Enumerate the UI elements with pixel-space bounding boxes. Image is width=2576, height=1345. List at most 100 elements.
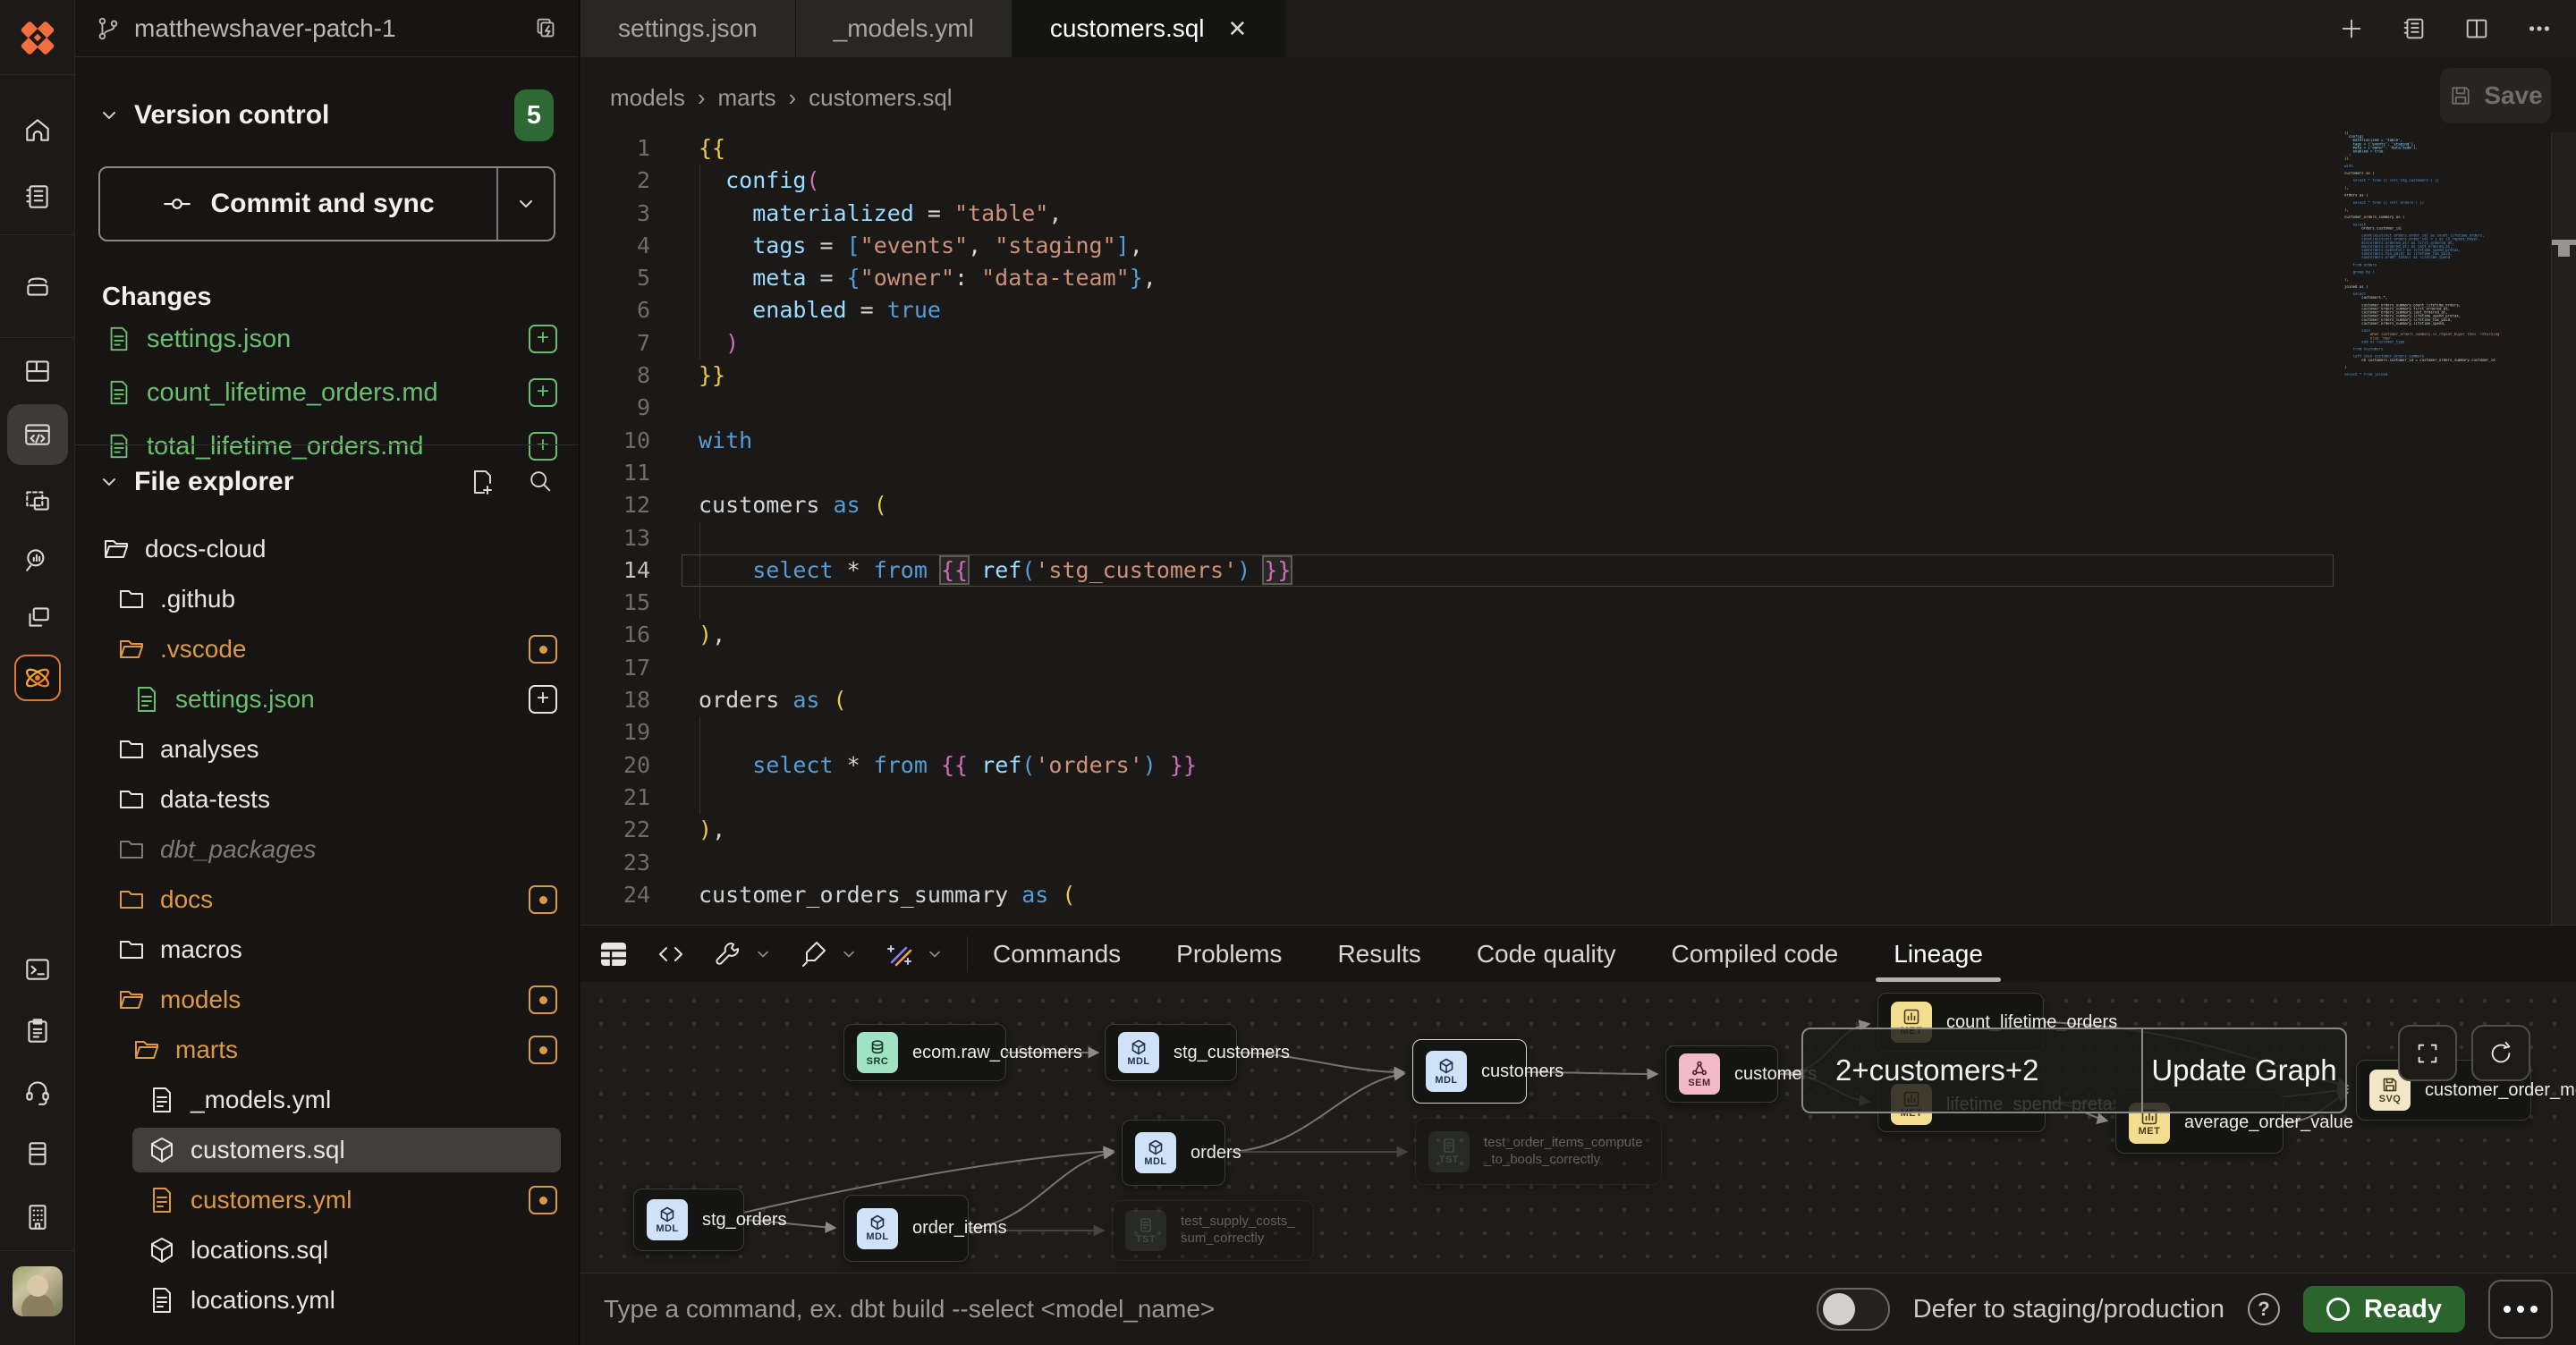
- code-line-10[interactable]: 10with: [580, 425, 2335, 457]
- file-tree-item-data-tests[interactable]: data-tests: [75, 774, 579, 825]
- code-content[interactable]: 1{{2 config(3 materialized = "table",4 t…: [580, 132, 2335, 911]
- chevron-down-icon[interactable]: [98, 105, 120, 126]
- panel-tab-commands[interactable]: Commands: [993, 926, 1121, 982]
- archive-icon[interactable]: [18, 266, 57, 306]
- split-editor-icon[interactable]: [2463, 15, 2490, 42]
- compile-code-icon[interactable]: [656, 939, 686, 969]
- file-tree-item--vscode[interactable]: .vscode: [75, 624, 579, 674]
- support-icon[interactable]: [18, 1072, 57, 1112]
- more-options-button[interactable]: [2488, 1280, 2553, 1339]
- lineage-selector-input[interactable]: 2+customers+2: [1803, 1029, 2143, 1112]
- tab-settings-json[interactable]: settings.json: [580, 0, 796, 57]
- format-icon[interactable]: [799, 939, 829, 969]
- lineage-canvas[interactable]: SRCecom.raw_customers MDLstg_customers MDL…: [580, 982, 2576, 1273]
- dbt-logo[interactable]: [0, 0, 75, 75]
- file-tree-item-models[interactable]: models: [75, 975, 579, 1025]
- lineage-fullscreen-button[interactable]: [2398, 1025, 2457, 1081]
- help-icon[interactable]: ?: [2248, 1293, 2280, 1325]
- capture-icon[interactable]: [18, 481, 57, 520]
- code-line-6[interactable]: 6 enabled = true: [580, 294, 2335, 326]
- code-line-14[interactable]: 14 select * from {{ ref('stg_customers')…: [580, 554, 2335, 587]
- breadcrumb-marts[interactable]: marts: [718, 84, 776, 112]
- file-tree-item-docs[interactable]: docs: [75, 875, 579, 925]
- lineage-node-orders[interactable]: MDLorders: [1122, 1120, 1225, 1186]
- breadcrumb[interactable]: models › marts › customers.sql: [610, 84, 953, 112]
- code-line-1[interactable]: 1{{: [580, 132, 2335, 165]
- dashboard-icon[interactable]: [18, 351, 57, 391]
- breadcrumb-models[interactable]: models: [610, 84, 685, 112]
- home-icon[interactable]: [18, 111, 57, 150]
- new-tab-icon[interactable]: [2338, 15, 2365, 42]
- minimap[interactable]: {{ config( materialized = "table", tags …: [2344, 131, 2550, 632]
- lineage-node-ecom-raw-customers[interactable]: SRCecom.raw_customers: [843, 1024, 1006, 1081]
- changed-file-row[interactable]: count_lifetime_orders.md: [106, 366, 557, 419]
- code-editor-icon[interactable]: [7, 404, 68, 465]
- close-tab-icon[interactable]: ✕: [1228, 15, 1248, 43]
- user-avatar[interactable]: [13, 1266, 63, 1316]
- breadcrumb-file[interactable]: customers.sql: [809, 84, 952, 112]
- changed-file-row[interactable]: settings.json: [106, 312, 557, 366]
- code-line-15[interactable]: 15: [580, 587, 2335, 619]
- tab--models-yml[interactable]: _models.yml: [796, 0, 1013, 57]
- lineage-node-order-items[interactable]: MDLorder_items: [843, 1195, 969, 1262]
- code-line-19[interactable]: 19: [580, 716, 2335, 749]
- save-button[interactable]: Save: [2440, 68, 2551, 123]
- panel-tab-results[interactable]: Results: [1337, 926, 1420, 982]
- file-tree-item-settings-json[interactable]: settings.json: [75, 674, 579, 724]
- clipboard-icon[interactable]: [18, 1011, 57, 1051]
- copy-icon[interactable]: [532, 15, 559, 42]
- file-tree-item-macros[interactable]: macros: [75, 925, 579, 975]
- organization-icon[interactable]: [18, 1197, 57, 1237]
- chevron-down-icon[interactable]: [926, 945, 944, 963]
- file-tree-item-customers-yml[interactable]: customers.yml: [75, 1175, 579, 1225]
- lineage-node-stg-orders[interactable]: MDLstg_orders: [633, 1189, 744, 1251]
- file-tree-item-locations-yml[interactable]: locations.yml: [75, 1275, 579, 1325]
- preview-table-icon[interactable]: [598, 939, 629, 969]
- code-line-5[interactable]: 5 meta = {"owner": "data-team"},: [580, 262, 2335, 294]
- panel-tab-code-quality[interactable]: Code quality: [1477, 926, 1616, 982]
- commit-options-dropdown[interactable]: [498, 168, 554, 240]
- scrollbar-thumb[interactable]: [2552, 240, 2576, 245]
- search-icon[interactable]: [527, 468, 554, 495]
- windows-icon[interactable]: [18, 598, 57, 638]
- file-tree-item--models-yml[interactable]: _models.yml: [75, 1075, 579, 1125]
- tab-customers-sql[interactable]: customers.sql✕: [1013, 0, 1286, 57]
- lineage-refresh-button[interactable]: [2471, 1025, 2530, 1081]
- query-search-icon[interactable]: [18, 541, 57, 580]
- stage-file-badge[interactable]: [529, 325, 557, 353]
- chevron-down-icon[interactable]: [754, 945, 772, 963]
- lineage-node-customers-model[interactable]: MDLcustomers: [1412, 1039, 1527, 1104]
- code-line-20[interactable]: 20 select * from {{ ref('orders') }}: [580, 749, 2335, 782]
- terminal-icon[interactable]: [18, 950, 57, 989]
- file-tree-item-locations-sql[interactable]: locations.sql: [75, 1225, 579, 1275]
- file-tree-item-dbt-packages[interactable]: dbt_packages: [75, 825, 579, 875]
- file-tree-item-docs-cloud[interactable]: docs-cloud: [75, 524, 579, 574]
- file-tree-item-customers-sql[interactable]: customers.sql: [75, 1125, 579, 1175]
- code-line-21[interactable]: 21: [580, 782, 2335, 814]
- more-actions-icon[interactable]: [2526, 15, 2553, 42]
- dbt-assist-icon[interactable]: [885, 939, 915, 969]
- lineage-node-stg-customers[interactable]: MDLstg_customers: [1105, 1024, 1237, 1081]
- code-line-8[interactable]: 8}}: [580, 360, 2335, 392]
- file-tree-item--github[interactable]: .github: [75, 574, 579, 624]
- lineage-node-test-supply-costs[interactable]: TSTtest_supply_costs_sum_correctly: [1112, 1200, 1314, 1261]
- dbt-power-user-icon[interactable]: [14, 655, 61, 701]
- panel-tab-problems[interactable]: Problems: [1176, 926, 1282, 982]
- docs-icon[interactable]: [18, 177, 57, 216]
- code-line-16[interactable]: 16),: [580, 619, 2335, 651]
- lineage-node-customers-semantic[interactable]: SEMcustomers: [1665, 1045, 1778, 1103]
- branch-row[interactable]: matthewshaver-patch-1: [75, 0, 579, 57]
- file-tree-item-marts[interactable]: marts: [75, 1025, 579, 1075]
- panel-tab-compiled-code[interactable]: Compiled code: [1671, 926, 1838, 982]
- code-line-22[interactable]: 22),: [580, 814, 2335, 846]
- code-line-23[interactable]: 23: [580, 847, 2335, 879]
- new-file-icon[interactable]: [468, 468, 496, 496]
- chevron-down-icon[interactable]: [98, 471, 120, 493]
- editor-scrollbar[interactable]: [2551, 132, 2576, 925]
- code-line-24[interactable]: 24customer_orders_summary as (: [580, 879, 2335, 911]
- defer-toggle[interactable]: [1817, 1288, 1890, 1331]
- code-line-11[interactable]: 11: [580, 457, 2335, 489]
- code-line-12[interactable]: 12customers as (: [580, 489, 2335, 521]
- status-badge[interactable]: Ready: [2303, 1286, 2465, 1332]
- command-input[interactable]: Type a command, ex. dbt build --select <…: [604, 1295, 1215, 1324]
